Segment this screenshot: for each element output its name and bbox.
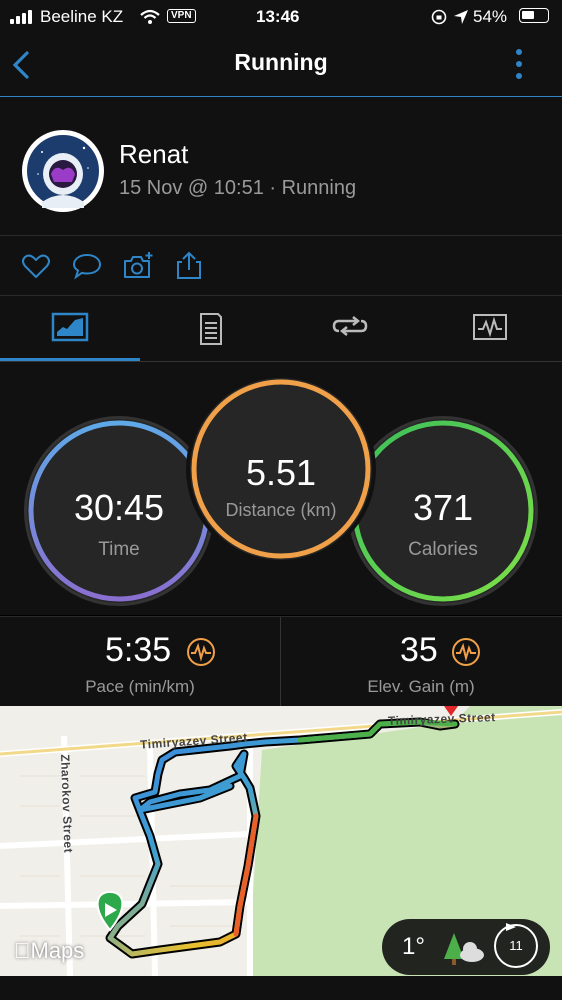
like-heart-icon[interactable] xyxy=(20,250,52,282)
pace-trend-icon xyxy=(187,638,215,666)
wind-indicator: 11 xyxy=(494,923,538,968)
document-icon xyxy=(200,313,222,345)
nav-bar: Running xyxy=(0,34,562,97)
pace-label: Pace (min/km) xyxy=(85,677,195,696)
vpn-badge: VPN xyxy=(167,9,196,23)
wind-speed: 11 xyxy=(509,938,523,953)
elevation-trend-icon xyxy=(452,638,480,666)
tree-cloud-icon xyxy=(444,933,484,965)
wind-direction-icon xyxy=(506,923,516,931)
signal-icon xyxy=(10,10,34,24)
more-options-icon[interactable] xyxy=(513,47,525,81)
weather-temperature: 1° xyxy=(402,933,425,960)
calories-label: Calories xyxy=(408,539,478,560)
overview-chart-icon xyxy=(51,312,89,342)
activity-header: Renat 15 Nov @ 10:51 · Running xyxy=(0,97,562,236)
user-name[interactable]: Renat xyxy=(119,139,188,170)
pace-value: 5:35 xyxy=(105,631,172,669)
status-bar: Beeline KZ VPN 13:46 54% xyxy=(0,0,562,34)
elevation-label: Elev. Gain (m) xyxy=(367,677,475,696)
location-icon xyxy=(454,10,468,24)
page-title: Running xyxy=(234,49,328,75)
elevation-stat[interactable]: 35 Elev. Gain (m) xyxy=(281,617,561,707)
distance-value: 5.51 xyxy=(245,452,317,493)
social-actions xyxy=(0,236,562,296)
time-value: 30:45 xyxy=(73,487,165,528)
weather-widget[interactable]: 1° 11 xyxy=(382,919,550,975)
bottom-bar xyxy=(0,976,562,1000)
laps-loop-icon xyxy=(332,316,368,336)
heart-rate-chart-icon xyxy=(473,314,507,340)
comment-icon[interactable] xyxy=(71,250,103,282)
clock: 13:46 xyxy=(256,7,300,26)
battery-percent: 54% xyxy=(473,7,508,26)
stats-row: 5:35 Pace (min/km) 35 Elev. Gain (m) xyxy=(0,616,562,707)
activity-tabs xyxy=(0,296,562,362)
tab-details[interactable] xyxy=(140,296,280,361)
apple-logo-icon:  xyxy=(14,938,31,963)
battery-icon xyxy=(519,8,549,23)
activity-datetime: 15 Nov @ 10:51 · Running xyxy=(119,177,357,199)
summary-circles: 30:45 Time 371 Calories 5.51 Distance (k… xyxy=(0,362,562,615)
add-photo-icon[interactable] xyxy=(122,250,154,282)
apple-maps-logo: Maps xyxy=(14,938,84,963)
avatar[interactable] xyxy=(22,130,104,212)
wifi-icon xyxy=(140,9,160,24)
pace-stat[interactable]: 5:35 Pace (min/km) xyxy=(0,617,280,707)
distance-circle[interactable]: 5.51 Distance (km) xyxy=(186,374,376,564)
route-map[interactable]: Timiryazev Street Timiryazev Street Zhar… xyxy=(0,706,562,976)
carrier-name: Beeline KZ xyxy=(40,7,124,26)
time-label: Time xyxy=(98,539,140,560)
tab-overview[interactable] xyxy=(0,296,140,361)
orientation-lock-icon xyxy=(431,9,447,25)
distance-label: Distance (km) xyxy=(225,500,337,520)
tab-charts[interactable] xyxy=(420,296,560,361)
tab-laps[interactable] xyxy=(280,296,420,361)
calories-circle[interactable]: 371 Calories xyxy=(348,416,538,606)
elevation-value: 35 xyxy=(400,631,438,669)
share-icon[interactable] xyxy=(173,250,205,282)
calories-value: 371 xyxy=(412,487,474,528)
